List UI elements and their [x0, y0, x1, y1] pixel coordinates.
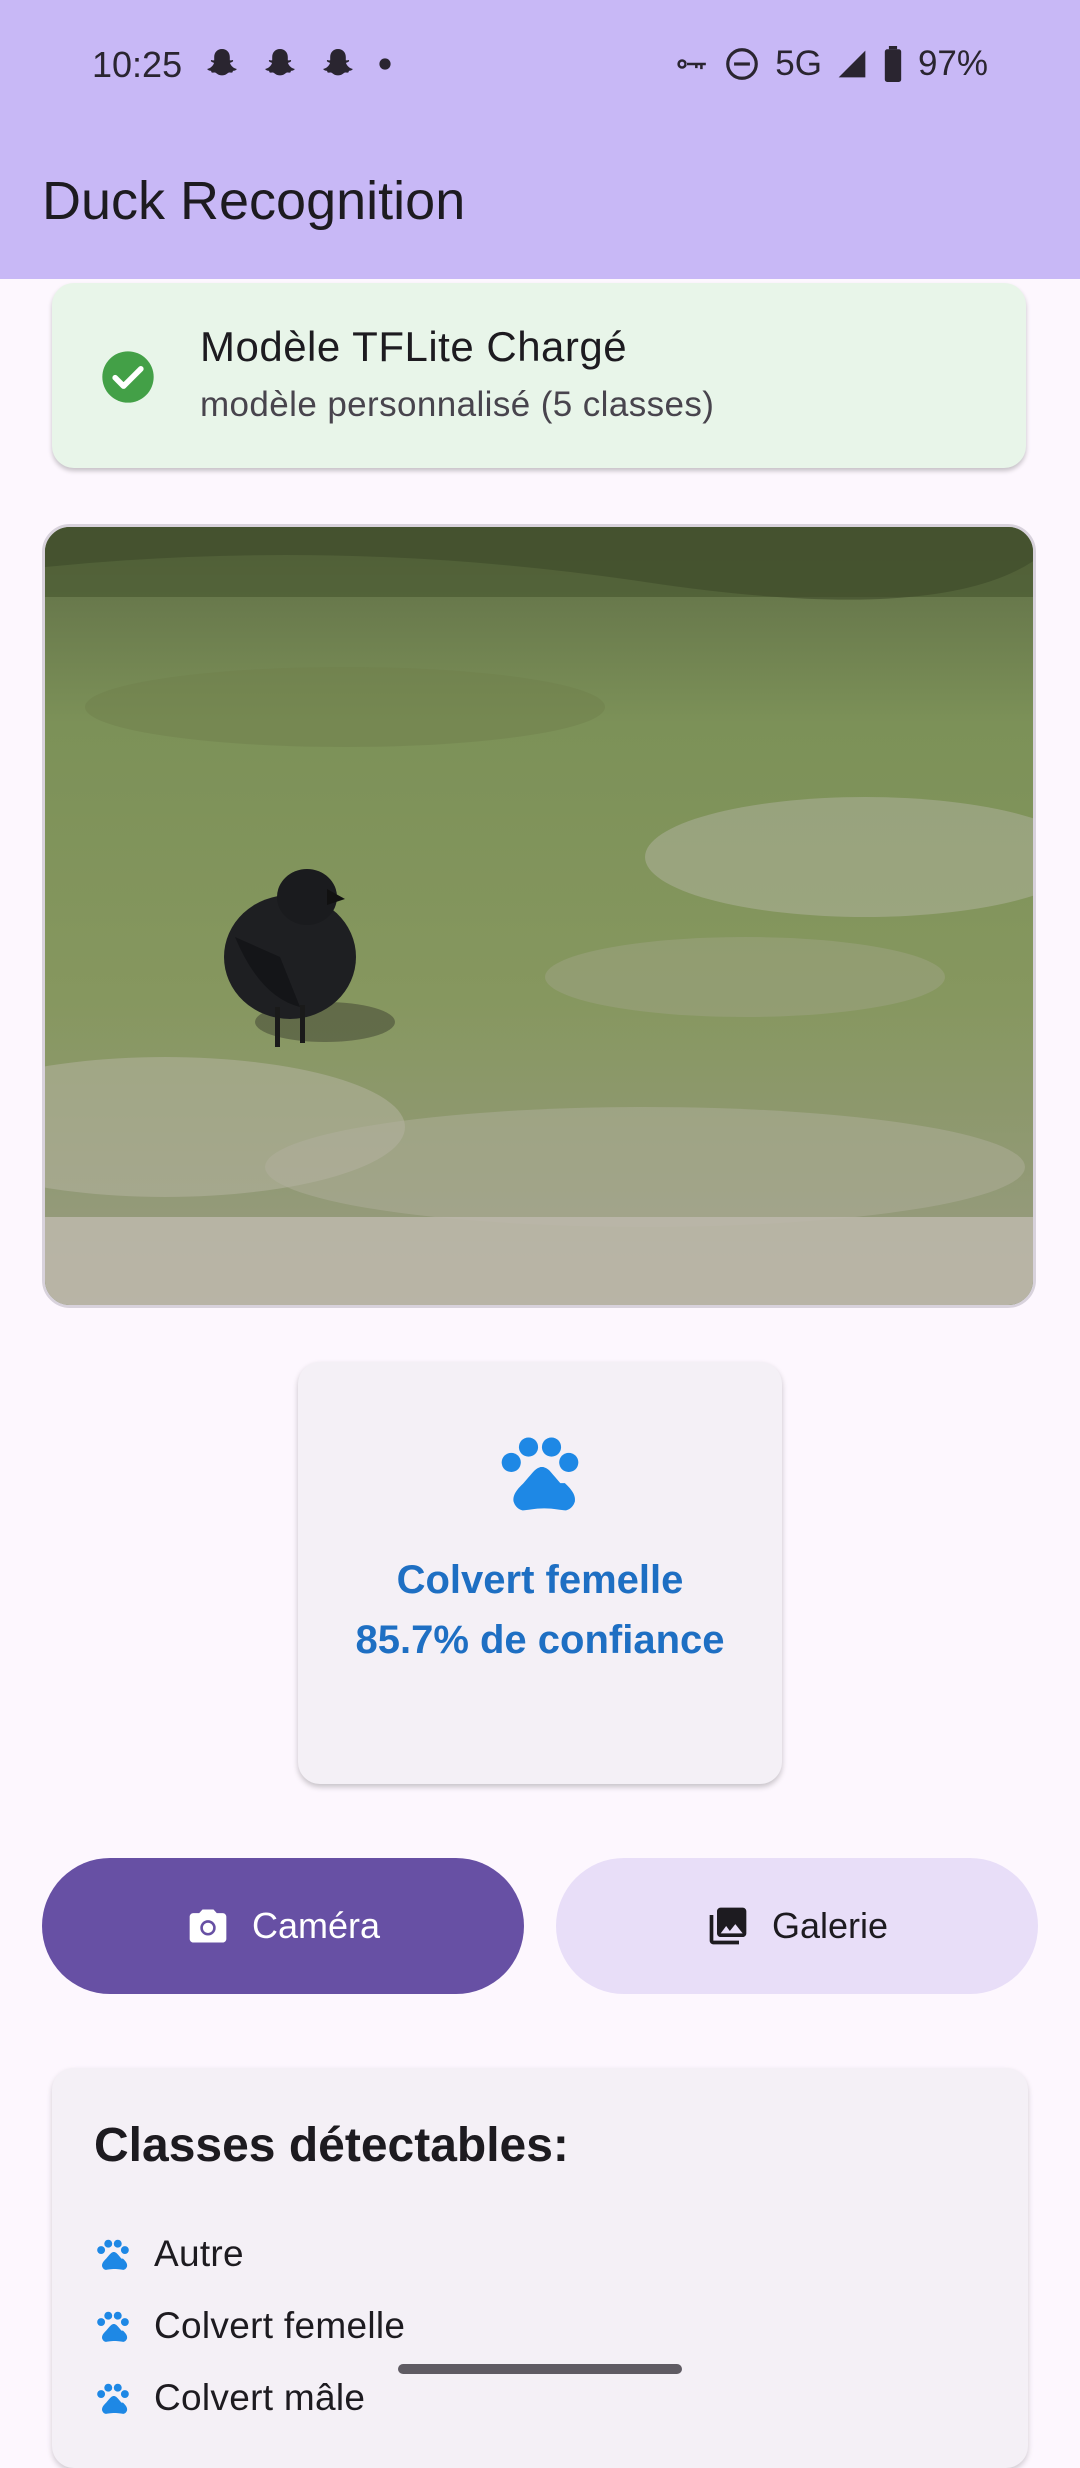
class-list: Autre Colvert femelle Colvert mâle: [94, 2218, 405, 2434]
classes-title: Classes détectables:: [94, 2119, 569, 2172]
photo-image: [45, 527, 1033, 1305]
battery-label: 97%: [917, 44, 988, 83]
class-item: Colvert femelle: [94, 2290, 405, 2362]
app-title: Duck Recognition: [42, 171, 466, 231]
gallery-button[interactable]: Galerie: [556, 1858, 1038, 1994]
model-status-subtitle: modèle personnalisé (5 classes): [200, 385, 715, 424]
result-label: Colvert femelle: [396, 1558, 684, 1602]
model-status-title: Modèle TFLite Chargé: [200, 323, 628, 370]
prediction-result-card: Colvert femelle 85.7% de confiance: [298, 1362, 782, 1784]
selected-photo: [42, 524, 1036, 1308]
paw-icon: [97, 2311, 129, 2342]
class-label: Autre: [154, 2233, 244, 2274]
paw-icon: [97, 2383, 129, 2414]
do-not-disturb-icon: [726, 48, 759, 80]
network-label: 5G: [775, 44, 822, 83]
notification-icons: [204, 46, 392, 82]
camera-icon: [189, 1909, 227, 1943]
snapchat-icon: [323, 49, 353, 76]
class-item: Colvert mâle: [94, 2362, 405, 2434]
dot-icon: [379, 58, 391, 70]
camera-button-label: Caméra: [251, 1905, 381, 1946]
signal-icon: [838, 50, 866, 78]
result-confidence: 85.7% de confiance: [355, 1618, 725, 1662]
class-item: Autre: [94, 2218, 405, 2290]
class-label: Colvert femelle: [154, 2305, 406, 2346]
check-circle-icon: [102, 351, 154, 403]
camera-button[interactable]: Caméra: [42, 1858, 524, 1994]
system-icons: 5G 97%: [671, 44, 988, 84]
snapchat-icon: [265, 49, 295, 76]
home-indicator[interactable]: [398, 2364, 682, 2374]
battery-icon: [884, 46, 902, 82]
paw-icon: [501, 1437, 579, 1511]
status-time: 10:25: [92, 44, 183, 85]
snapchat-icon: [207, 49, 237, 76]
classes-card: Classes détectables: Autre Colvert femel…: [52, 2068, 1028, 2468]
gallery-button-label: Galerie: [771, 1905, 889, 1946]
vpn-key-icon: [677, 59, 707, 70]
app-bar: Duck Recognition: [0, 134, 1080, 279]
model-status-card: Modèle TFLite Chargé modèle personnalisé…: [52, 283, 1026, 468]
class-label: Colvert mâle: [154, 2377, 366, 2418]
paw-icon: [97, 2239, 129, 2270]
photo-library-icon: [709, 1907, 747, 1945]
status-bar: 10:25 5G 97%: [0, 0, 1080, 134]
